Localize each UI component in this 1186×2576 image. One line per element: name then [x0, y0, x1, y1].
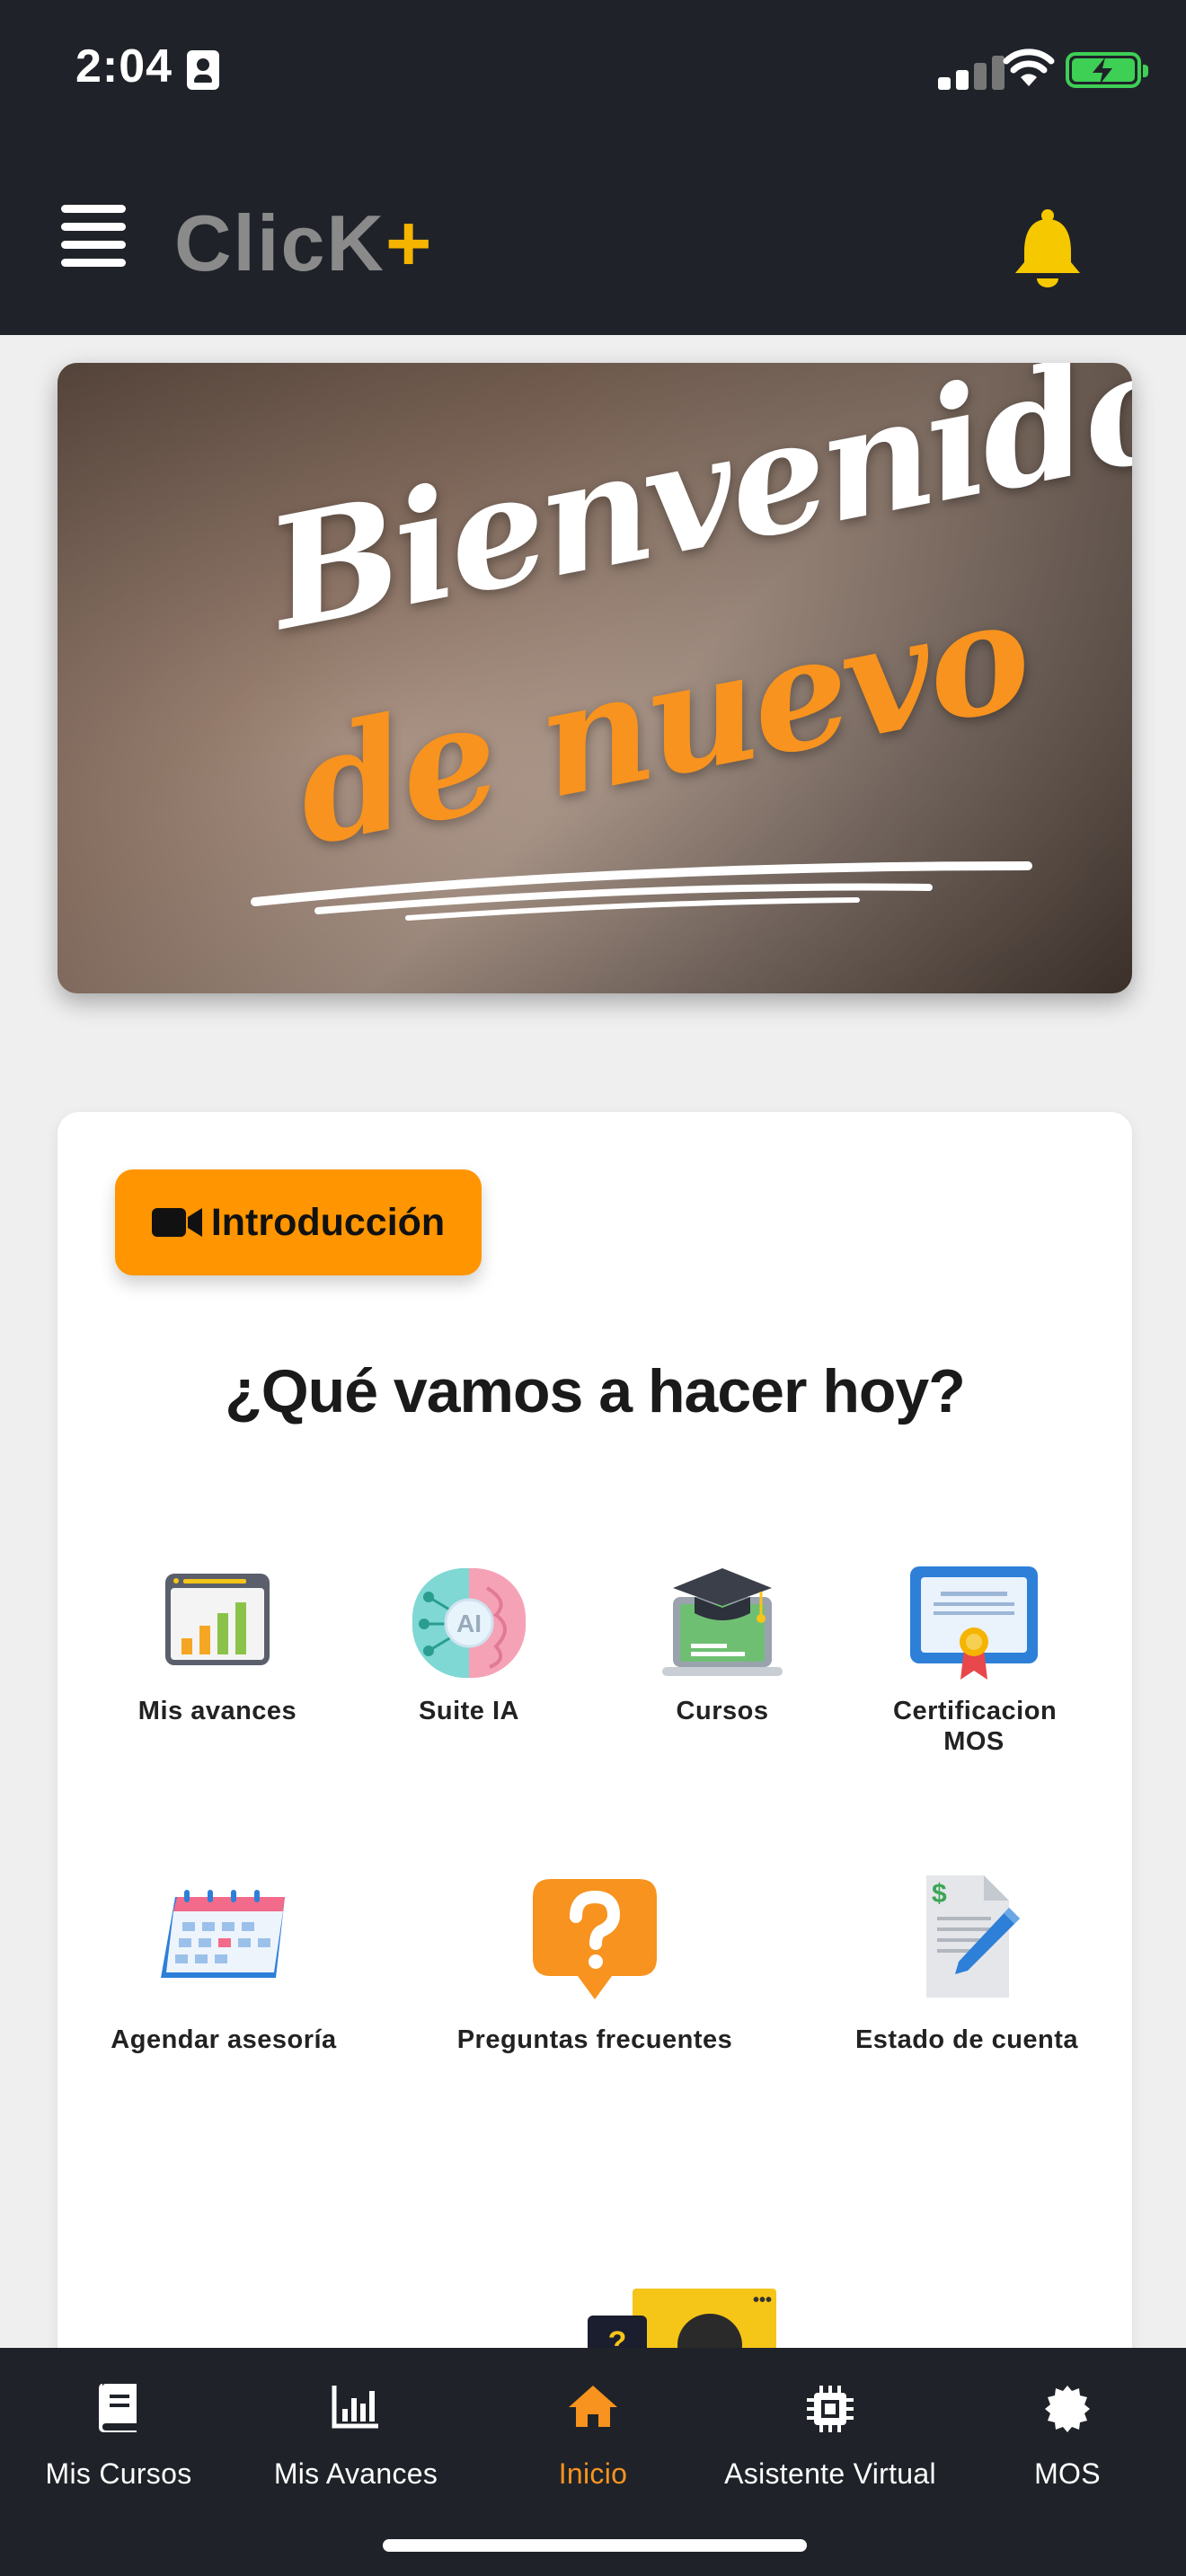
- card-title: ¿Qué vamos a hacer hoy?: [225, 1357, 966, 1425]
- tab-label: Inicio: [558, 2457, 628, 2490]
- battery-icon: [1066, 52, 1148, 88]
- tile-label: Certificacion MOS: [893, 1697, 1058, 1756]
- tab-label: MOS: [1034, 2457, 1101, 2490]
- signal-icon: [938, 54, 1010, 90]
- tile-label: Estado de cuenta: [854, 2025, 1079, 2054]
- certificate-icon: [910, 1566, 1038, 1680]
- book-icon: [99, 2384, 137, 2432]
- tab-mis-avances[interactable]: Mis Avances: [237, 2375, 474, 2501]
- graduation-laptop-icon: [662, 1568, 783, 1676]
- wifi-icon: [1003, 49, 1055, 86]
- tile-label: Agendar asesoría: [111, 2025, 337, 2054]
- question-bubble-icon: [533, 1879, 657, 1999]
- tab-mos[interactable]: MOS: [949, 2375, 1186, 2501]
- bell-icon[interactable]: [1010, 208, 1085, 289]
- calendar-icon: [161, 1890, 285, 1978]
- stats-icon: [332, 2386, 378, 2429]
- more-dots-icon: •••: [753, 2290, 773, 2310]
- tile-preguntas-frecuentes[interactable]: Preguntas frecuentes: [433, 1879, 757, 2073]
- tile-label: Preguntas frecuentes: [456, 2025, 733, 2054]
- tile-mis-avances[interactable]: Mis avances: [110, 1561, 325, 1759]
- menu-icon[interactable]: [61, 205, 126, 269]
- tile-estado-de-cuenta[interactable]: $ Estado de cuenta: [832, 1875, 1102, 2073]
- svg-text:$: $: [932, 1879, 947, 1909]
- tile-label: Cursos: [676, 1697, 769, 1725]
- tab-label: Mis Cursos: [45, 2457, 192, 2490]
- invoice-pen-icon: $: [926, 1875, 1020, 1998]
- home-icon: [569, 2386, 617, 2427]
- tab-label: Asistente Virtual: [724, 2457, 936, 2490]
- tab-inicio[interactable]: Inicio: [474, 2375, 712, 2501]
- app-logo: ClicK+: [174, 198, 434, 287]
- svg-text:AI: AI: [456, 1610, 482, 1637]
- ai-brain-icon: AI: [412, 1567, 527, 1679]
- home-indicator[interactable]: [383, 2539, 807, 2552]
- tile-suite-ia[interactable]: AI Suite IA: [361, 1561, 577, 1759]
- tile-cursos[interactable]: Cursos: [615, 1561, 830, 1759]
- chip-icon: [807, 2386, 854, 2432]
- tab-mis-cursos[interactable]: Mis Cursos: [0, 2375, 237, 2501]
- tab-label: Mis Avances: [273, 2457, 438, 2490]
- tile-agendar-asesoria[interactable]: Agendar asesoría: [93, 1884, 354, 2073]
- tile-certificacion-mos[interactable]: Certificacion MOS: [866, 1561, 1082, 1786]
- badge-icon: [1045, 2386, 1090, 2432]
- id-card-icon: [187, 50, 219, 90]
- tile-label: Suite IA: [419, 1697, 519, 1725]
- intro-button[interactable]: Introducción: [115, 1169, 482, 1275]
- activities-card: Introducción ¿Qué vamos a hacer hoy? Mis…: [58, 1112, 1132, 2369]
- bar-chart-icon: [165, 1574, 270, 1665]
- tile-label: Mis avances: [137, 1697, 297, 1725]
- brush-underline: [251, 861, 1032, 921]
- status-time: 2:04: [75, 40, 173, 93]
- status-bar: 2:04: [0, 0, 1186, 144]
- video-camera-icon: [151, 1208, 202, 1237]
- app-header: ClicK+: [0, 144, 1186, 335]
- tab-asistente-virtual[interactable]: Asistente Virtual: [712, 2375, 949, 2501]
- welcome-banner: Bienvenido de nuevo: [58, 363, 1132, 993]
